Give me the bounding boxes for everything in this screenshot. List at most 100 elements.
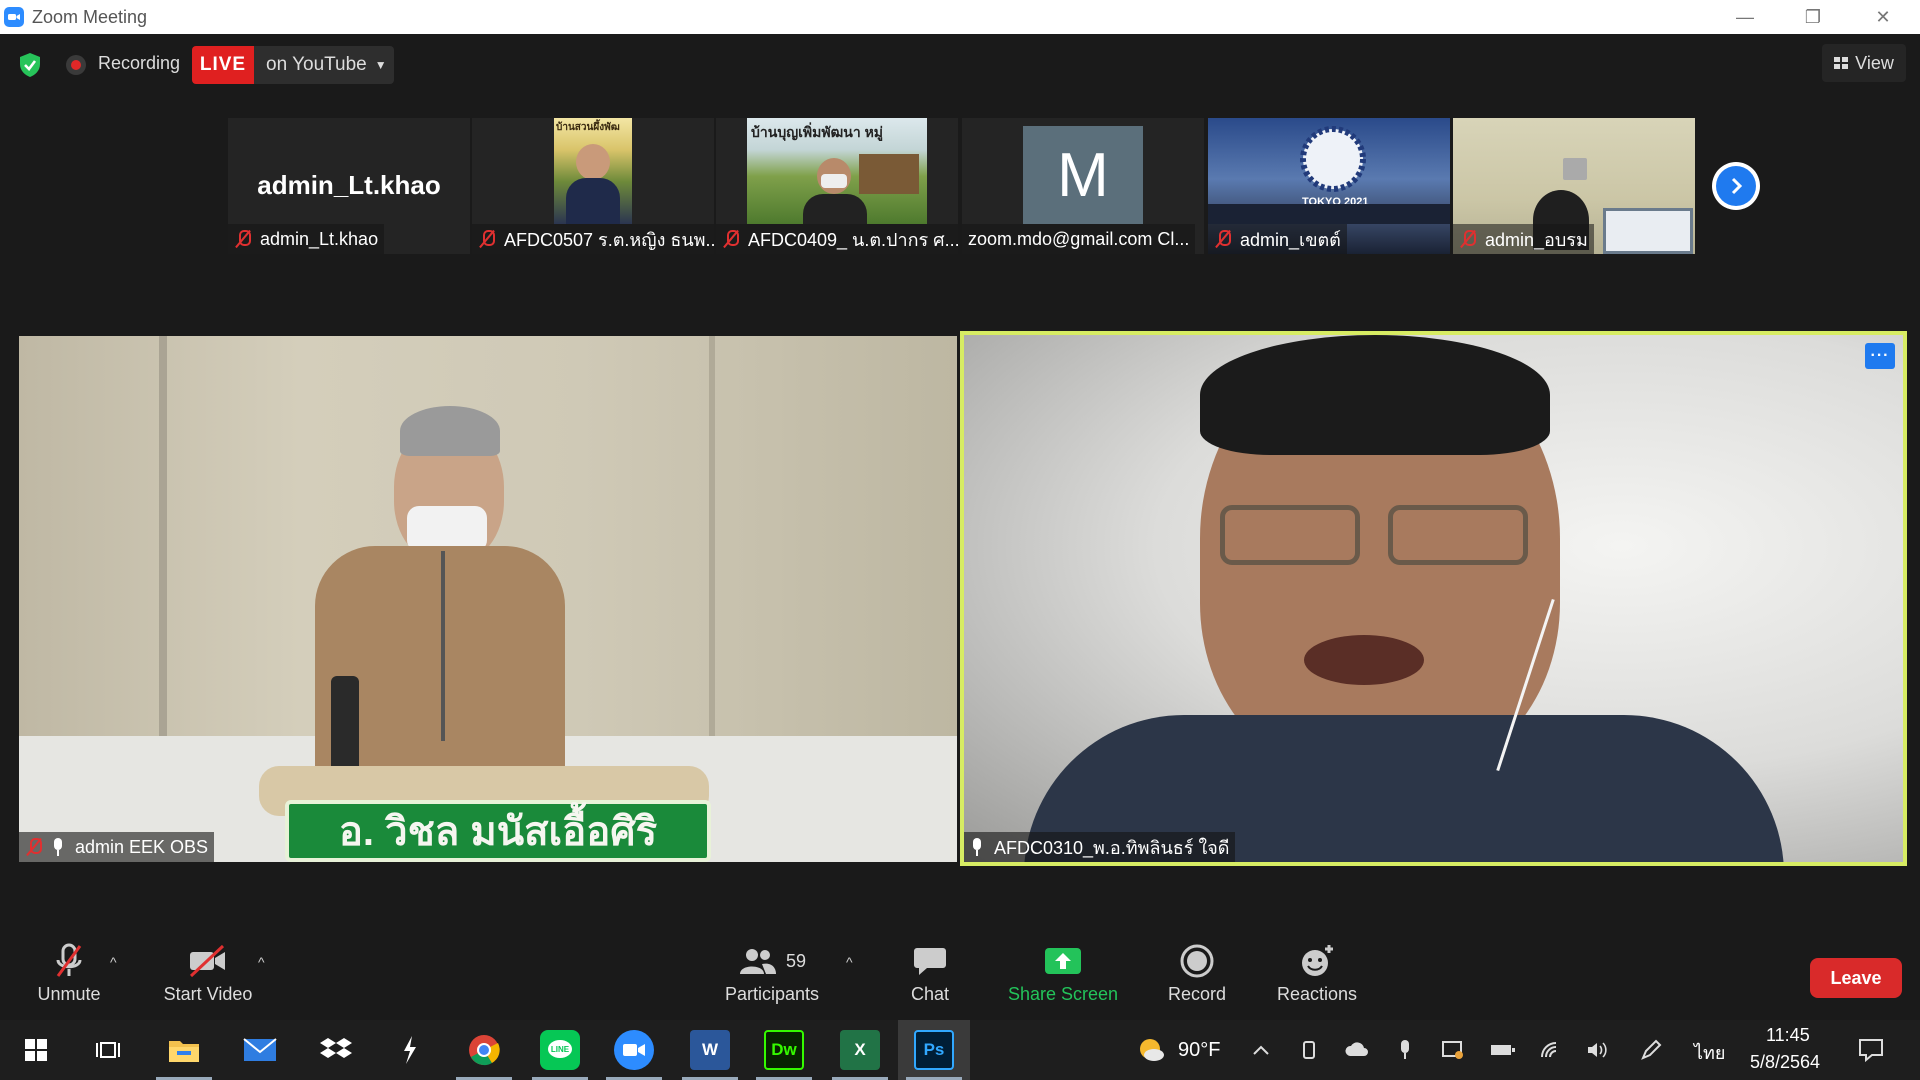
- participant-name: zoom.mdo@gmail.com Cl...: [968, 228, 1190, 249]
- audio-options-caret[interactable]: ^: [110, 954, 117, 970]
- participants-button[interactable]: 59 Participants: [720, 940, 824, 1016]
- start-video-button[interactable]: Start Video: [158, 940, 258, 1016]
- video-namebar: admin EEK OBS: [19, 832, 215, 862]
- olympic-emblem-icon: [1300, 126, 1366, 192]
- participant-face: [576, 144, 610, 180]
- clock-date[interactable]: 5/8/2564: [1750, 1052, 1820, 1073]
- device-icon[interactable]: [1298, 1040, 1320, 1060]
- notifications-icon[interactable]: [1858, 1038, 1884, 1062]
- participant-thumbnail[interactable]: บ้านบุญเพิ่มพัฒนา หมู่ AFDC0409_ น.ต.ปาก…: [716, 118, 958, 254]
- participant-body: [803, 194, 867, 224]
- participants-icon-group: 59: [738, 940, 806, 982]
- zoom-taskbar-icon[interactable]: [614, 1030, 654, 1070]
- clock-time[interactable]: 11:45: [1766, 1025, 1810, 1046]
- zoom-app-icon: [4, 7, 24, 27]
- speaker-nameplate: อ. วิชล มนัสเอื้อศิริ: [285, 800, 711, 862]
- next-page-button[interactable]: [1712, 162, 1760, 210]
- chrome-icon[interactable]: [464, 1030, 504, 1070]
- participant-thumbnail[interactable]: บ้านสวนผึ้งพัฒ AFDC0507 ร.ต.หญิง ธนพ...: [472, 118, 714, 254]
- pen-icon[interactable]: [1640, 1039, 1662, 1060]
- input-language[interactable]: ไทย: [1694, 1038, 1725, 1067]
- view-button[interactable]: View: [1822, 44, 1906, 82]
- word-icon[interactable]: W: [690, 1030, 730, 1070]
- line-app-icon[interactable]: LINE: [540, 1030, 580, 1070]
- participant-body: [566, 178, 620, 224]
- live-destination-dropdown[interactable]: on YouTube ▼: [254, 46, 394, 84]
- participants-count: 59: [785, 950, 807, 971]
- video-name: admin EEK OBS: [75, 836, 209, 857]
- screen-image: [1603, 208, 1693, 254]
- speaker-video-left[interactable]: อ. วิชล มนัสเอื้อศิริ admin EEK OBS: [19, 336, 957, 862]
- excel-icon[interactable]: X: [840, 1030, 880, 1070]
- lightning-app-icon[interactable]: [390, 1030, 430, 1070]
- windows-start-icon[interactable]: [16, 1030, 56, 1070]
- participant-big-name: admin_Lt.khao: [257, 170, 441, 200]
- start-video-label: Start Video: [163, 984, 253, 1004]
- participant-thumbnail[interactable]: TOKYO 2021 admin_เขตต์: [1208, 118, 1450, 254]
- close-button[interactable]: ✕: [1853, 0, 1913, 34]
- reactions-button[interactable]: Reactions: [1272, 940, 1362, 1016]
- unmute-button[interactable]: Unmute: [30, 940, 108, 1016]
- weather-icon[interactable]: [1136, 1035, 1166, 1065]
- more-options-button[interactable]: ···: [1865, 343, 1895, 369]
- house-image: [859, 154, 919, 194]
- glasses-right-lens: [1388, 505, 1528, 565]
- microphone-muted-icon: [722, 229, 740, 249]
- restore-button[interactable]: ❐: [1783, 0, 1843, 34]
- participants-options-caret[interactable]: ^: [846, 954, 853, 970]
- participants-label: Participants: [724, 984, 820, 1004]
- dreamweaver-icon[interactable]: Dw: [764, 1030, 804, 1070]
- reactions-icon: [1299, 940, 1335, 982]
- task-view-icon[interactable]: [88, 1030, 128, 1070]
- recording-label: Recording: [98, 53, 181, 73]
- wall-fan: [1563, 158, 1587, 180]
- display-update-icon[interactable]: [1442, 1040, 1464, 1060]
- speaker-hair: [1200, 335, 1550, 455]
- meeting-toolbar: Unmute ^ Start Video ^ 59 Participants ^…: [0, 930, 1920, 1020]
- photoshop-icon[interactable]: Ps: [914, 1030, 954, 1070]
- leave-button[interactable]: Leave: [1810, 958, 1902, 998]
- video-options-caret[interactable]: ^: [258, 954, 265, 970]
- record-icon: [1180, 940, 1214, 982]
- file-explorer-icon[interactable]: [164, 1030, 204, 1070]
- pin-icon: [51, 838, 65, 856]
- speaker-hair: [400, 406, 500, 456]
- windows-taskbar: LINE W Dw X Ps 90°F ไทย 11:45 5/8/2564: [0, 1020, 1920, 1080]
- onedrive-cloud-icon[interactable]: [1344, 1040, 1370, 1060]
- share-screen-icon: [1044, 940, 1082, 982]
- minimize-button[interactable]: —: [1715, 0, 1775, 34]
- view-label: View: [1855, 52, 1894, 73]
- recording-icon: [66, 55, 86, 75]
- share-screen-button[interactable]: Share Screen: [1006, 940, 1120, 1016]
- dropbox-icon[interactable]: [316, 1030, 356, 1070]
- volume-icon[interactable]: [1586, 1040, 1608, 1060]
- video-off-icon: [187, 940, 229, 982]
- battery-icon[interactable]: [1490, 1040, 1516, 1060]
- record-button[interactable]: Record: [1160, 940, 1234, 1016]
- participant-namebar: AFDC0409_ น.ต.ปากร ศ...: [716, 224, 958, 254]
- city-skyline: [1208, 204, 1450, 224]
- participant-namebar: admin_อบรม: [1453, 224, 1594, 254]
- speaker-video-right[interactable]: ··· AFDC0310_พ.อ.ทิพลินธร์ ใจดี: [960, 331, 1907, 866]
- microphone-tray-icon[interactable]: [1394, 1040, 1416, 1060]
- chevron-up-icon[interactable]: [1250, 1040, 1272, 1060]
- participants-icon: [739, 949, 776, 974]
- pin-icon: [970, 838, 984, 856]
- mail-icon[interactable]: [240, 1030, 280, 1070]
- share-screen-label: Share Screen: [1007, 984, 1119, 1004]
- video-name: AFDC0310_พ.อ.ทิพลินธร์ ใจดี: [994, 837, 1230, 858]
- window-titlebar: Zoom Meeting — ❐ ✕: [0, 0, 1920, 34]
- participant-thumbnail[interactable]: admin_อบรม: [1453, 118, 1695, 254]
- unmute-label: Unmute: [37, 984, 101, 1004]
- participant-thumbnail[interactable]: M zoom.mdo@gmail.com Cl...: [962, 118, 1204, 254]
- weather-temperature[interactable]: 90°F: [1178, 1039, 1220, 1062]
- participant-namebar: zoom.mdo@gmail.com Cl...: [962, 224, 1196, 254]
- live-destination-label: on YouTube: [266, 54, 367, 75]
- chat-button[interactable]: Chat: [900, 940, 960, 1016]
- participant-thumbnail[interactable]: admin_Lt.khao admin_Lt.khao: [228, 118, 470, 254]
- speaker-mouth: [1304, 635, 1424, 685]
- security-shield-icon[interactable]: [18, 52, 42, 78]
- record-label: Record: [1167, 984, 1227, 1004]
- wifi-icon[interactable]: [1540, 1040, 1562, 1060]
- participant-namebar: admin_Lt.khao: [228, 224, 385, 254]
